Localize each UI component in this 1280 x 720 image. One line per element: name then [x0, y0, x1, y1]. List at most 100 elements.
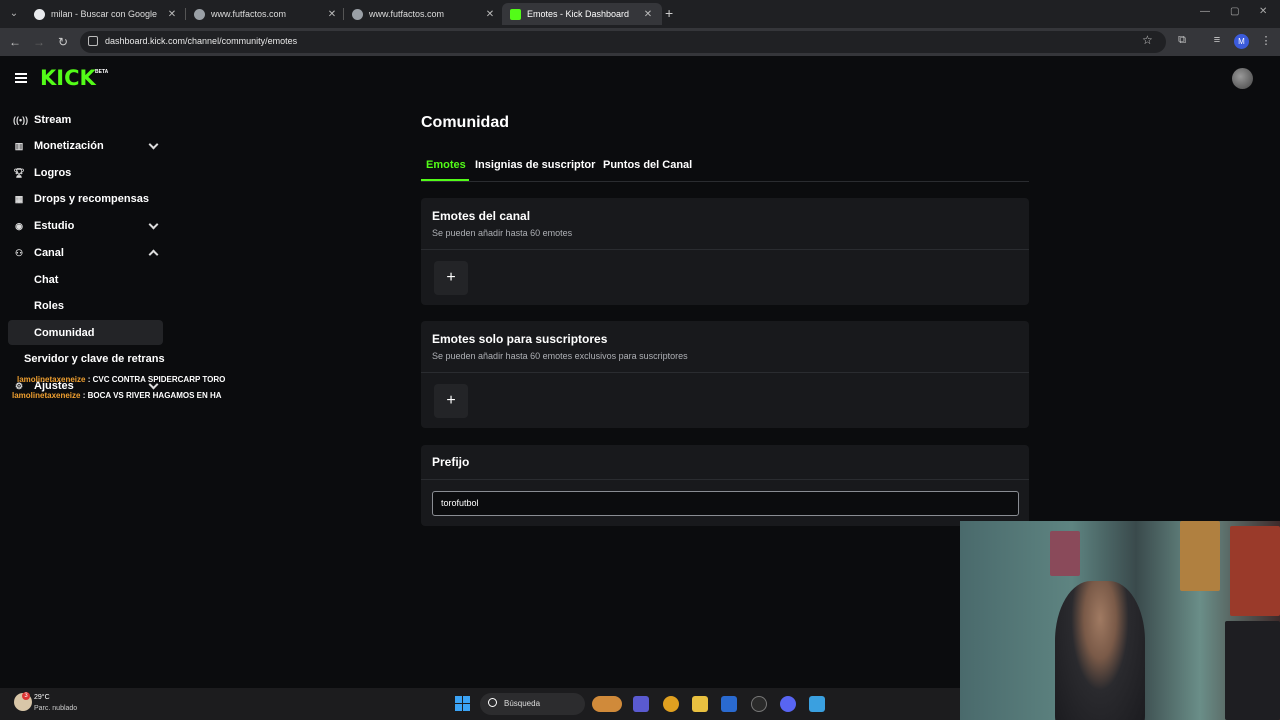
sidebar-item-monetizacion[interactable]: ▥ Monetización	[8, 133, 163, 158]
back-icon[interactable]: ←	[7, 34, 23, 50]
sidebar-item-chat[interactable]: Chat	[8, 267, 163, 292]
file-explorer-icon[interactable]	[692, 696, 708, 712]
maximize-icon[interactable]: ▢	[1230, 6, 1239, 17]
card-title: Emotes del canal	[432, 209, 531, 223]
community-tabs: Emotes Insignias de suscriptor Puntos de…	[421, 156, 1029, 182]
chart-icon: ▥	[14, 140, 24, 151]
active-tab-indicator	[421, 179, 469, 181]
sidebar-item-label: Roles	[34, 299, 64, 312]
extensions-icon[interactable]: ⧉	[1175, 34, 1189, 48]
browser-tab[interactable]: www.futfactos.com ✕	[344, 3, 504, 25]
add-emote-button[interactable]: +	[434, 261, 468, 295]
tab-emotes[interactable]: Emotes	[426, 159, 466, 171]
search-icon	[488, 698, 497, 707]
browser-tab[interactable]: milan - Buscar con Google ✕	[26, 3, 186, 25]
browser-toolbar: ← → ↻ dashboard.kick.com/channel/communi…	[0, 28, 1280, 56]
tab-title: Emotes - Kick Dashboard	[527, 9, 630, 19]
sidebar-item-canal[interactable]: ⚇ Canal	[8, 240, 163, 265]
media-control-icon[interactable]: ≡	[1210, 34, 1224, 48]
trophy-icon: 🏆︎	[13, 167, 25, 178]
url-text: dashboard.kick.com/channel/community/emo…	[105, 36, 298, 46]
sidebar-item-stream[interactable]: ((•)) Stream	[8, 107, 163, 132]
card-title: Emotes solo para suscriptores	[432, 332, 608, 346]
tab-insignias[interactable]: Insignias de suscriptor	[475, 159, 595, 171]
chat-message: : CVC CONTRA SPIDERCARP TORO	[87, 375, 226, 384]
site-info-icon[interactable]	[88, 36, 98, 46]
chevron-down-icon	[148, 139, 159, 150]
sidebar-item-logros[interactable]: 🏆︎ Logros	[8, 160, 163, 185]
tab-title: www.futfactos.com	[369, 9, 445, 19]
new-tab-icon[interactable]: +	[665, 6, 673, 20]
card-subtitle: Se pueden añadir hasta 60 emotes exclusi…	[432, 351, 688, 361]
google-favicon-icon	[34, 8, 45, 20]
search-highlight-icon[interactable]	[592, 696, 622, 712]
wall-poster	[1230, 526, 1280, 616]
browser-tab[interactable]: www.futfactos.com ✕	[186, 3, 346, 25]
card-header: Prefijo	[421, 445, 1029, 480]
taskbar-search[interactable]: Búsqueda	[480, 693, 585, 715]
globe-favicon-icon	[352, 8, 363, 20]
sidebar-item-drops[interactable]: ▦ Drops y recompensas	[8, 186, 163, 211]
profile-avatar[interactable]: M	[1234, 34, 1249, 49]
overlay-chat-line: lamolinetaxeneize : BOCA VS RIVER HAGAMO…	[12, 388, 225, 404]
forward-icon[interactable]: →	[31, 34, 47, 50]
sidebar-item-comunidad[interactable]: Comunidad	[8, 320, 163, 345]
tab-close-icon[interactable]: ✕	[484, 9, 496, 20]
photos-icon[interactable]	[809, 696, 825, 712]
tab-close-icon[interactable]: ✕	[326, 9, 338, 20]
browser-tabbar: ⌄ milan - Buscar con Google ✕ www.futfac…	[0, 0, 1280, 28]
sidebar-item-estudio[interactable]: ◉ Estudio	[8, 213, 163, 238]
card-header: Emotes del canal Se pueden añadir hasta …	[421, 198, 1029, 250]
teams-icon[interactable]	[633, 696, 649, 712]
weather-description: Parc. nublado	[34, 705, 78, 712]
address-bar[interactable]: dashboard.kick.com/channel/community/emo…	[80, 31, 1166, 53]
gift-icon: ▦	[14, 193, 24, 204]
sidebar-item-label: Comunidad	[34, 326, 95, 339]
browser-menu-icon[interactable]: ⋮	[1259, 34, 1273, 48]
obs-icon[interactable]	[751, 696, 767, 712]
beta-badge: BETA	[95, 69, 109, 75]
minimize-icon[interactable]: —	[1200, 6, 1210, 17]
kick-logo[interactable]: KICK	[40, 66, 96, 90]
overlay-chat-line: lamolinetaxeneize : CVC CONTRA SPIDERCAR…	[12, 372, 225, 388]
windows-taskbar: 3 29°C Parc. nublado Búsqueda	[0, 688, 960, 720]
tab-title: milan - Buscar con Google	[51, 9, 158, 19]
stream-chat-overlay: lamolinetaxeneize : CVC CONTRA SPIDERCAR…	[12, 372, 225, 404]
sidebar-item-label: Monetización	[34, 139, 104, 152]
sidebar-item-roles[interactable]: Roles	[8, 293, 163, 318]
tab-close-icon[interactable]: ✕	[166, 9, 178, 20]
chevron-down-icon	[148, 219, 159, 230]
prefix-input[interactable]: torofutbol	[432, 491, 1019, 516]
page-title: Comunidad	[421, 114, 509, 131]
tab-close-icon[interactable]: ✕	[642, 9, 654, 20]
chevron-up-icon	[148, 249, 159, 260]
windows-start-icon[interactable]	[455, 696, 470, 711]
add-subscriber-emote-button[interactable]: +	[434, 384, 468, 418]
subscriber-emotes-card: Emotes solo para suscriptores Se pueden …	[421, 321, 1029, 428]
sidebar-item-label: Canal	[34, 246, 64, 259]
user-avatar[interactable]	[1232, 68, 1253, 89]
studio-icon: ◉	[15, 220, 23, 231]
card-title: Prefijo	[432, 455, 470, 469]
hamburger-menu-icon[interactable]	[15, 73, 27, 83]
notification-badge: 3	[22, 692, 30, 700]
tab-puntos[interactable]: Puntos del Canal	[603, 159, 692, 171]
store-icon[interactable]	[721, 696, 737, 712]
sidebar-item-label: Logros	[34, 166, 72, 179]
webcam-overlay	[960, 521, 1280, 720]
wall-poster	[1180, 521, 1220, 591]
discord-icon[interactable]	[780, 696, 796, 712]
close-window-icon[interactable]: ✕	[1259, 6, 1267, 17]
reload-icon[interactable]: ↻	[55, 34, 71, 50]
card-header: Emotes solo para suscriptores Se pueden …	[421, 321, 1029, 373]
browser-tab-active[interactable]: Emotes - Kick Dashboard ✕	[502, 3, 662, 25]
users-icon: ⚇	[14, 247, 24, 258]
sidebar-item-label: Stream	[34, 113, 72, 126]
broadcast-icon: ((•))	[13, 114, 29, 125]
chat-username: lamolinetaxeneize	[17, 375, 86, 384]
tab-search-chevron-icon[interactable]: ⌄	[6, 6, 22, 22]
bookmark-star-icon[interactable]: ☆	[1142, 33, 1153, 47]
weather-temperature: 29°C	[34, 694, 50, 701]
chrome-icon[interactable]	[663, 696, 679, 712]
sidebar-item-servidor[interactable]: Servidor y clave de retrans	[8, 346, 165, 371]
